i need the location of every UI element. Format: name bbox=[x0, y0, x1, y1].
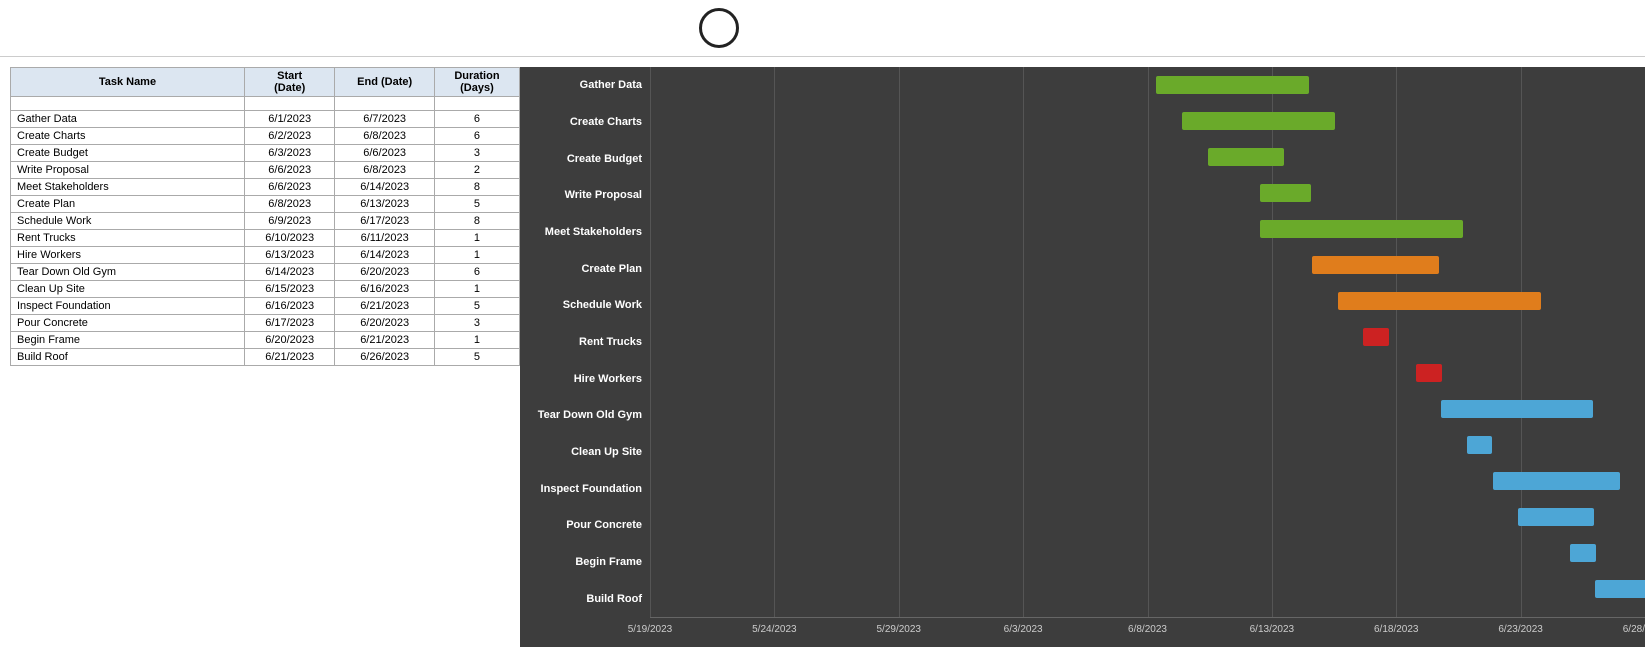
task-table-section: Task Name Start(Date) End (Date) Duratio… bbox=[10, 67, 520, 647]
gantt-row-label: Schedule Work bbox=[520, 287, 650, 323]
xaxis-label: 5/29/2023 bbox=[877, 624, 922, 635]
gantt-row-label: Create Plan bbox=[520, 251, 650, 287]
table-row: Begin Frame6/20/20236/21/20231 bbox=[11, 332, 520, 349]
xaxis-label: 6/23/2023 bbox=[1498, 624, 1543, 635]
gantt-bar bbox=[1312, 256, 1439, 274]
gantt-bar-row bbox=[650, 211, 1645, 247]
gantt-bar-row bbox=[650, 535, 1645, 571]
gantt-bar bbox=[1182, 112, 1334, 130]
gantt-bar-row bbox=[650, 283, 1645, 319]
gantt-row-label: Clean Up Site bbox=[520, 434, 650, 470]
gantt-row-label: Gather Data bbox=[520, 67, 650, 103]
gantt-bar-row bbox=[650, 103, 1645, 139]
gantt-row-label: Pour Concrete bbox=[520, 507, 650, 543]
gantt-bar-row bbox=[650, 463, 1645, 499]
col-task-name: Task Name bbox=[11, 68, 245, 97]
table-row: Clean Up Site6/15/20236/16/20231 bbox=[11, 281, 520, 298]
gantt-row-label: Create Charts bbox=[520, 104, 650, 140]
xaxis-label: 6/8/2023 bbox=[1128, 624, 1167, 635]
gantt-bar bbox=[1493, 472, 1620, 490]
gantt-bar-row bbox=[650, 247, 1645, 283]
gantt-bar-row bbox=[650, 571, 1645, 607]
gantt-bar-row bbox=[650, 67, 1645, 103]
gantt-row-label: Tear Down Old Gym bbox=[520, 397, 650, 433]
table-row: Gather Data6/1/20236/7/20236 bbox=[11, 111, 520, 128]
gantt-bar bbox=[1363, 328, 1388, 346]
gantt-row-label: Inspect Foundation bbox=[520, 471, 650, 507]
xaxis-label: 6/18/2023 bbox=[1374, 624, 1419, 635]
gantt-bar bbox=[1338, 292, 1541, 310]
gantt-bar bbox=[1518, 508, 1594, 526]
table-row: Rent Trucks6/10/20236/11/20231 bbox=[11, 230, 520, 247]
gantt-row-label: Rent Trucks bbox=[520, 324, 650, 360]
xaxis-label: 6/3/2023 bbox=[1004, 624, 1043, 635]
gantt-row-label: Build Roof bbox=[520, 581, 650, 617]
gantt-labels: Gather DataCreate ChartsCreate BudgetWri… bbox=[520, 67, 650, 617]
gantt-bar bbox=[1156, 76, 1308, 94]
gantt-bar-row bbox=[650, 427, 1645, 463]
logo bbox=[699, 8, 747, 48]
table-row: Create Budget6/3/20236/6/20233 bbox=[11, 145, 520, 162]
logo-icon bbox=[699, 8, 739, 48]
col-duration: Duration(Days) bbox=[434, 68, 519, 97]
chart-inner: Gather DataCreate ChartsCreate BudgetWri… bbox=[520, 67, 1645, 647]
gantt-bar bbox=[1467, 436, 1492, 454]
gantt-bar-row bbox=[650, 355, 1645, 391]
table-header-row: Task Name Start(Date) End (Date) Duratio… bbox=[11, 68, 520, 97]
table-row: Schedule Work6/9/20236/17/20238 bbox=[11, 213, 520, 230]
page-header bbox=[0, 0, 1645, 57]
gantt-bar bbox=[1441, 400, 1593, 418]
table-row: Hire Workers6/13/20236/14/20231 bbox=[11, 247, 520, 264]
gantt-bar-row bbox=[650, 499, 1645, 535]
xaxis-label: 6/13/2023 bbox=[1250, 624, 1295, 635]
gantt-bars-container bbox=[650, 67, 1645, 617]
gantt-bar bbox=[1260, 184, 1311, 202]
gantt-chart-section: Gather DataCreate ChartsCreate BudgetWri… bbox=[520, 67, 1645, 647]
xaxis-label: 5/24/2023 bbox=[752, 624, 797, 635]
table-row: Meet Stakeholders6/6/20236/14/20238 bbox=[11, 179, 520, 196]
main-content: Task Name Start(Date) End (Date) Duratio… bbox=[0, 57, 1645, 647]
gantt-bar-row bbox=[650, 391, 1645, 427]
table-row: Tear Down Old Gym6/14/20236/20/20236 bbox=[11, 264, 520, 281]
xaxis-label: 5/19/2023 bbox=[628, 624, 673, 635]
table-row: Build Roof6/21/20236/26/20235 bbox=[11, 349, 520, 366]
gantt-bar bbox=[1208, 148, 1284, 166]
table-row: Pour Concrete6/17/20236/20/20233 bbox=[11, 315, 520, 332]
gantt-bar bbox=[1260, 220, 1463, 238]
gantt-bar-row bbox=[650, 175, 1645, 211]
gantt-bar-row bbox=[650, 319, 1645, 355]
task-table: Task Name Start(Date) End (Date) Duratio… bbox=[10, 67, 520, 366]
table-row: Create Charts6/2/20236/8/20236 bbox=[11, 128, 520, 145]
gantt-bar bbox=[1595, 580, 1645, 598]
gantt-row-label: Meet Stakeholders bbox=[520, 214, 650, 250]
gantt-bar-row bbox=[650, 139, 1645, 175]
gantt-bar bbox=[1570, 544, 1595, 562]
table-row: Write Proposal6/6/20236/8/20232 bbox=[11, 162, 520, 179]
table-row: Inspect Foundation6/16/20236/21/20235 bbox=[11, 298, 520, 315]
gantt-row-label: Hire Workers bbox=[520, 361, 650, 397]
xaxis-label: 6/28/2023 bbox=[1623, 624, 1645, 635]
table-row: Create Plan6/8/20236/13/20235 bbox=[11, 196, 520, 213]
gantt-row-label: Create Budget bbox=[520, 141, 650, 177]
gantt-bar bbox=[1416, 364, 1441, 382]
gantt-xaxis: 5/19/20235/24/20235/29/20236/3/20236/8/2… bbox=[650, 617, 1645, 647]
col-start: Start(Date) bbox=[244, 68, 335, 97]
gantt-row-label: Write Proposal bbox=[520, 177, 650, 213]
gantt-row-label: Begin Frame bbox=[520, 544, 650, 580]
col-end: End (Date) bbox=[335, 68, 434, 97]
empty-row bbox=[11, 97, 520, 111]
